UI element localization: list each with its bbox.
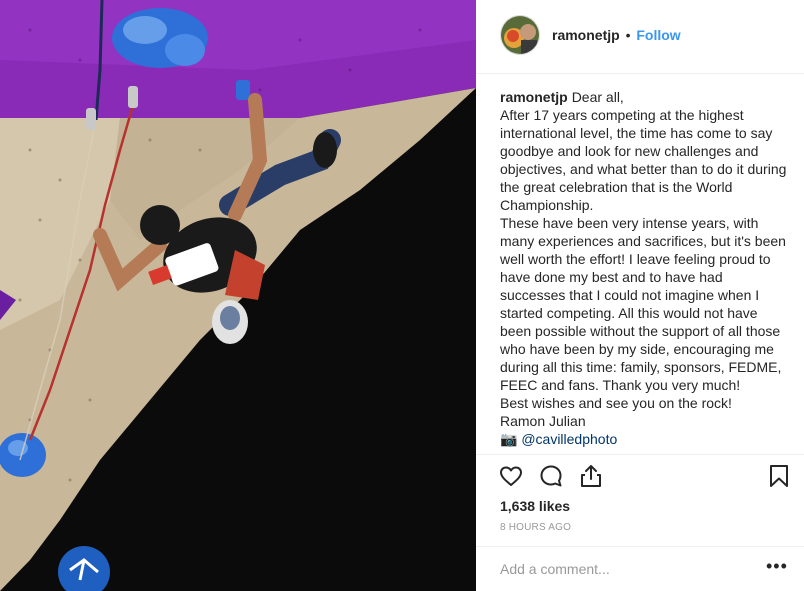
heart-icon[interactable] xyxy=(498,463,524,489)
caption: ramonetjp Dear all, After 17 years compet… xyxy=(500,88,790,448)
post-sidebar: ramonetjp • Follow ramonetjp Dear all, Af… xyxy=(476,0,804,591)
photo-credit-mention[interactable]: 📷 @cavilledphoto xyxy=(500,430,790,448)
comment-bubble-icon[interactable] xyxy=(538,463,564,489)
caption-line: ramonetjp Dear all, xyxy=(500,88,790,106)
caption-line: Ramon Julian xyxy=(500,413,586,429)
caption-text: Dear all, xyxy=(571,89,624,105)
caption-area[interactable]: ramonetjp Dear all, After 17 years compet… xyxy=(500,88,790,454)
more-options-icon[interactable]: ••• xyxy=(766,557,787,577)
header-user-line: ramonetjp • Follow xyxy=(552,26,681,44)
post-photo[interactable] xyxy=(0,0,476,591)
action-bar xyxy=(476,454,804,496)
caption-username[interactable]: ramonetjp xyxy=(500,89,568,105)
header-username[interactable]: ramonetjp xyxy=(552,27,620,43)
caption-line: After 17 years competing at the highest … xyxy=(500,107,787,213)
share-icon[interactable] xyxy=(578,463,604,489)
separator-dot: • xyxy=(625,27,631,43)
bookmark-icon[interactable] xyxy=(766,463,792,489)
comment-input[interactable] xyxy=(500,559,750,579)
avatar[interactable] xyxy=(500,15,540,55)
post-timestamp[interactable]: 8 HOURS AGO xyxy=(500,522,571,534)
comment-form: ••• xyxy=(476,546,804,591)
follow-button[interactable]: Follow xyxy=(636,27,680,43)
caption-line: Best wishes and see you on the rock! xyxy=(500,395,732,411)
post-header: ramonetjp • Follow xyxy=(476,0,804,74)
avatar-image xyxy=(501,16,539,54)
climbing-photo-image xyxy=(0,0,476,591)
caption-line: These have been very intense years, with… xyxy=(500,215,786,393)
likes-count[interactable]: 1,638 likes xyxy=(500,497,570,515)
